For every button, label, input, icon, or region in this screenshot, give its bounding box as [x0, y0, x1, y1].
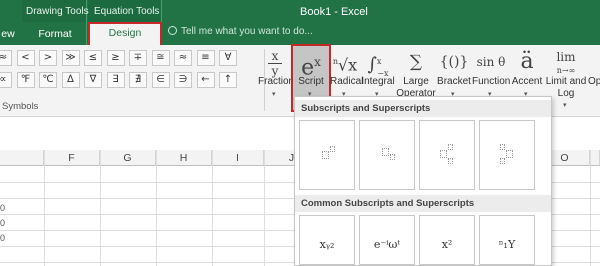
gridline [44, 150, 45, 266]
base-placeholder [440, 150, 447, 158]
superscript-placeholder [500, 144, 505, 150]
bracket-label: Bracket [437, 76, 471, 87]
accent-icon: ä [520, 49, 534, 74]
limit-icon-text: lim [556, 50, 576, 64]
script-gallery-dropdown: Subscripts and Superscripts Common Subsc… [294, 96, 552, 266]
fraction-button[interactable]: xy Fraction ▾ [258, 45, 295, 111]
row-number: 0 [0, 233, 6, 243]
context-separator [161, 0, 162, 45]
symbol-button[interactable]: ← [196, 72, 215, 88]
gridline [212, 150, 213, 266]
equation-tools-label: Equation Tools [94, 6, 160, 17]
common-script-expression: ⁿ₁Y [498, 238, 516, 251]
radical-label: Radical [330, 76, 364, 87]
symbol-button[interactable]: ∇ [84, 72, 102, 88]
symbol-button[interactable]: < [16, 50, 35, 66]
lightbulb-icon [168, 26, 177, 35]
column-header[interactable] [0, 150, 44, 166]
subscript-placeholder [500, 158, 505, 164]
script-label: Script [298, 76, 324, 87]
script-icon: ex [301, 55, 321, 81]
column-header[interactable]: H [156, 150, 212, 166]
operator-label: Ope [588, 76, 600, 87]
function-label: Function [472, 76, 511, 87]
subscript-placeholder [448, 158, 453, 164]
chevron-down-icon: ▾ [272, 91, 276, 98]
subscript-placeholder [390, 154, 395, 160]
subscript-tile[interactable] [359, 120, 415, 190]
symbol-button[interactable]: ≤ [84, 50, 102, 66]
symbol-button[interactable]: ℃ [39, 72, 57, 88]
superscript-placeholder [448, 144, 453, 150]
symbol-button[interactable]: ∋ [174, 72, 192, 88]
gridline [100, 150, 101, 266]
superscript-tile[interactable] [299, 120, 355, 190]
row-number: 0 [0, 218, 6, 228]
large-operator-label-line1: Large [403, 76, 429, 87]
superscript-placeholder [330, 146, 335, 152]
symbol-button[interactable]: ∃ [106, 72, 125, 88]
symbol-button[interactable]: ≈ [0, 50, 12, 66]
fraction-icon: xy [258, 49, 292, 79]
title-bar: Drawing Tools Equation Tools Book1 - Exc… [0, 0, 600, 47]
base-placeholder [382, 148, 389, 156]
common-script-expression: e⁻ⁱωᵗ [373, 238, 401, 251]
subscript-superscript-tile[interactable] [419, 120, 475, 190]
function-icon: sin θ [476, 55, 506, 69]
symbol-button[interactable]: ≈ [174, 50, 192, 66]
summation-icon: ∑ [409, 52, 423, 72]
common-script-expression: x² [441, 238, 453, 251]
integral-icon: ∫x−x [367, 54, 389, 78]
symbol-button[interactable]: > [39, 50, 57, 66]
section-heading-common: Common Subscripts and Superscripts [295, 195, 551, 212]
fraction-label: Fraction [258, 76, 295, 87]
symbols-group-label: Symbols [2, 101, 39, 112]
gridline [156, 150, 157, 266]
symbol-button[interactable]: ∀ [219, 50, 237, 66]
symbol-button[interactable]: ↑ [219, 72, 237, 88]
row-number: 0 [0, 203, 6, 213]
column-header[interactable]: F [44, 150, 100, 166]
common-script-tile[interactable]: ⁿ₁Y [479, 215, 535, 265]
column-header[interactable] [590, 150, 600, 166]
document-title: Book1 - Excel [300, 6, 368, 18]
column-header[interactable]: G [100, 150, 156, 166]
symbol-button[interactable]: ≥ [106, 50, 125, 66]
symbol-button[interactable]: ∈ [151, 72, 170, 88]
base-placeholder [506, 150, 513, 158]
common-script-tile[interactable]: x² [419, 215, 475, 265]
symbol-button[interactable]: ≡ [196, 50, 215, 66]
common-script-expression: xᵧ₂ [319, 238, 335, 251]
symbol-button[interactable]: ℉ [16, 72, 35, 88]
symbol-button[interactable]: ≫ [61, 50, 80, 66]
symbol-button[interactable]: ≅ [151, 50, 170, 66]
tell-me-box[interactable]: Tell me what you want to do... [168, 26, 313, 37]
radical-icon: n√x [332, 55, 358, 75]
drawing-tools-label: Drawing Tools [26, 6, 89, 17]
base-placeholder [322, 151, 329, 159]
common-script-tile[interactable]: e⁻ⁱωᵗ [359, 215, 415, 265]
section-heading-subscripts-superscripts: Subscripts and Superscripts [295, 100, 551, 117]
column-header[interactable]: I [212, 150, 264, 166]
tab-format[interactable]: Format [30, 24, 80, 45]
common-script-tile[interactable]: xᵧ₂ [299, 215, 355, 265]
symbol-button[interactable]: ∄ [129, 72, 147, 88]
tab-view[interactable]: ew [0, 24, 16, 45]
operator-button[interactable]: Ope [588, 45, 600, 111]
accent-label: Accent [511, 76, 543, 87]
symbol-button[interactable]: ∆ [61, 72, 80, 88]
chevron-down-icon: ▾ [563, 102, 567, 109]
tab-design[interactable]: Design [88, 22, 162, 47]
symbol-button[interactable]: ∝ [0, 72, 12, 88]
integral-label: Integral [361, 76, 395, 87]
limit-label-line1: Limit and [545, 76, 587, 87]
bracket-icon: {()} [439, 54, 469, 70]
gridline [590, 150, 591, 266]
gridline [264, 150, 265, 266]
limit-label-line2: Log [557, 88, 575, 99]
left-subscript-superscript-tile[interactable] [479, 120, 535, 190]
symbol-button[interactable]: ∓ [129, 50, 147, 66]
tell-me-placeholder: Tell me what you want to do... [181, 26, 313, 37]
